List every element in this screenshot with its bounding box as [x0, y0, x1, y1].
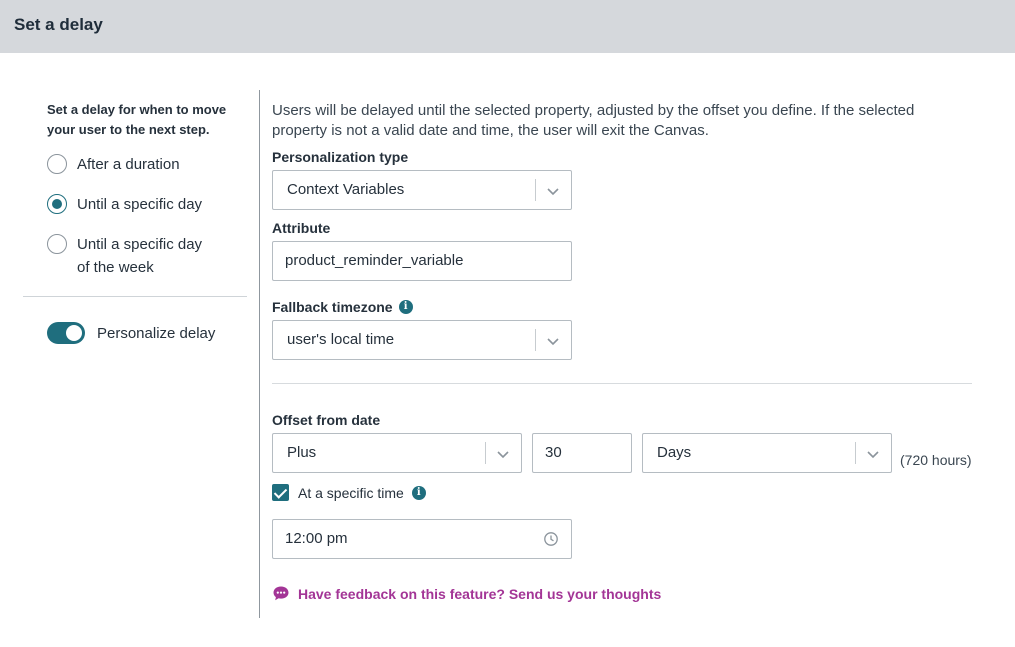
label-text: Offset from date: [272, 412, 381, 428]
input-value: 12:00 pm: [285, 530, 348, 547]
vertical-divider: [259, 90, 260, 618]
feedback-text[interactable]: Have feedback on this feature? Send us y…: [298, 586, 661, 602]
radio-label: After a duration: [77, 156, 180, 173]
time-input[interactable]: 12:00 pm: [272, 519, 572, 559]
feedback-link[interactable]: Have feedback on this feature? Send us y…: [272, 585, 661, 602]
info-icon[interactable]: i: [411, 485, 426, 500]
chevron-down-icon[interactable]: [864, 445, 882, 463]
personalize-delay-toggle-row[interactable]: Personalize delay: [47, 322, 215, 344]
label-text: Fallback timezone: [272, 299, 393, 315]
label-text: Personalization type: [272, 149, 409, 165]
personalization-type-label: Personalization type: [272, 149, 408, 165]
radio-specific-day[interactable]: Until a specific day: [47, 194, 202, 216]
select-value: Days: [657, 444, 692, 461]
delay-type-heading: Set a delay for when to move your user t…: [47, 102, 227, 137]
divider: [23, 296, 247, 297]
offset-direction-select[interactable]: Plus: [272, 433, 522, 473]
select-separator: [855, 442, 856, 464]
specific-time-checkbox-row[interactable]: At a specific time i: [272, 484, 426, 501]
input-value: 30: [545, 444, 562, 461]
select-value: Plus: [287, 444, 317, 461]
fallback-timezone-select[interactable]: user's local time: [272, 320, 572, 360]
chevron-down-icon[interactable]: [494, 445, 512, 463]
chevron-down-icon[interactable]: [544, 332, 562, 350]
checkbox-label: At a specific time: [298, 484, 404, 501]
radio-label: Until a specific day of the week: [77, 236, 203, 276]
select-separator: [535, 329, 536, 351]
label-text: Attribute: [272, 220, 331, 236]
radio-after-duration[interactable]: After a duration: [47, 154, 180, 176]
specific-time-checkbox[interactable]: [272, 484, 289, 501]
radio-button-selected[interactable]: [47, 194, 67, 214]
clock-icon[interactable]: [543, 531, 559, 547]
input-value: product_reminder_variable: [285, 252, 464, 269]
delay-description: Users will be delayed until the selected…: [272, 102, 915, 139]
modal-header: Set a delay: [0, 0, 1015, 53]
select-separator: [485, 442, 486, 464]
page-title: Set a delay: [14, 15, 103, 34]
radio-day-of-week[interactable]: Until a specific day of the week: [47, 234, 217, 279]
chat-bubble-icon: [273, 586, 289, 601]
radio-button[interactable]: [47, 234, 67, 254]
select-separator: [535, 179, 536, 201]
select-value: user's local time: [287, 331, 395, 348]
offset-hours-note: (720 hours): [900, 452, 972, 468]
toggle-label: Personalize delay: [97, 324, 216, 342]
personalize-delay-toggle[interactable]: [47, 322, 85, 344]
offset-label: Offset from date: [272, 412, 380, 428]
personalization-type-select[interactable]: Context Variables: [272, 170, 572, 210]
radio-button[interactable]: [47, 154, 67, 174]
fallback-timezone-label: Fallback timezone i: [272, 299, 413, 315]
select-value: Context Variables: [287, 181, 405, 198]
offset-amount-input[interactable]: 30: [532, 433, 632, 473]
info-icon[interactable]: i: [398, 300, 413, 314]
attribute-input[interactable]: product_reminder_variable: [272, 241, 572, 281]
section-divider: [272, 383, 972, 384]
offset-unit-select[interactable]: Days: [642, 433, 892, 473]
chevron-down-icon[interactable]: [544, 182, 562, 200]
radio-label: Until a specific day: [77, 196, 203, 213]
attribute-label: Attribute: [272, 220, 330, 236]
